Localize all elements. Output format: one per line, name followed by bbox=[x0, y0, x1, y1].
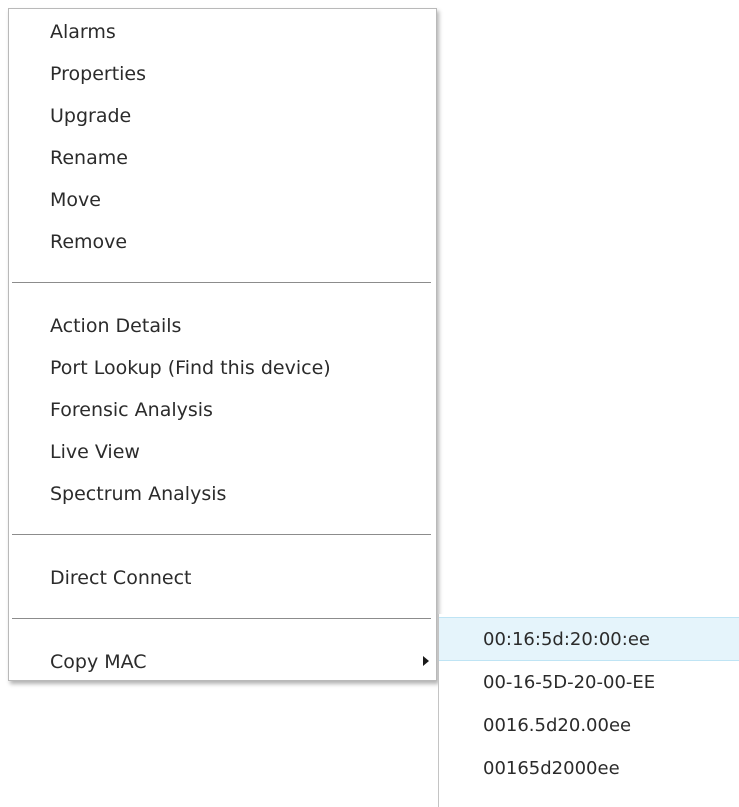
screen: Alarms Properties Upgrade Rename Move Re… bbox=[0, 0, 739, 807]
submenu-arrow-icon bbox=[423, 656, 429, 666]
menu-item-forensic-analysis[interactable]: Forensic Analysis bbox=[9, 389, 436, 431]
menu-item-move[interactable]: Move bbox=[9, 179, 436, 221]
copy-mac-label: Copy MAC bbox=[50, 651, 147, 673]
menu-separator bbox=[12, 282, 431, 283]
context-menu: Alarms Properties Upgrade Rename Move Re… bbox=[8, 8, 437, 681]
menu-item-alarms[interactable]: Alarms bbox=[9, 11, 436, 53]
menu-item-direct-connect[interactable]: Direct Connect bbox=[9, 557, 436, 599]
menu-separator bbox=[12, 618, 431, 619]
submenu-item-mac-colon[interactable]: 00:16:5d:20:00:ee bbox=[439, 617, 739, 661]
menu-item-remove[interactable]: Remove bbox=[9, 221, 436, 263]
submenu-item-mac-dash[interactable]: 00-16-5D-20-00-EE bbox=[439, 660, 739, 704]
menu-item-live-view[interactable]: Live View bbox=[9, 431, 436, 473]
menu-item-action-details[interactable]: Action Details bbox=[9, 305, 436, 347]
menu-separator bbox=[12, 534, 431, 535]
menu-item-port-lookup[interactable]: Port Lookup (Find this device) bbox=[9, 347, 436, 389]
copy-mac-submenu: 00:16:5d:20:00:ee 00-16-5D-20-00-EE 0016… bbox=[438, 614, 739, 807]
menu-item-properties[interactable]: Properties bbox=[9, 53, 436, 95]
menu-item-copy-mac[interactable]: Copy MAC bbox=[9, 641, 436, 683]
submenu-item-mac-dot[interactable]: 0016.5d20.00ee bbox=[439, 703, 739, 747]
menu-item-rename[interactable]: Rename bbox=[9, 137, 436, 179]
menu-item-spectrum-analysis[interactable]: Spectrum Analysis bbox=[9, 473, 436, 515]
submenu-item-mac-plain[interactable]: 00165d2000ee bbox=[439, 746, 739, 790]
menu-item-upgrade[interactable]: Upgrade bbox=[9, 95, 436, 137]
